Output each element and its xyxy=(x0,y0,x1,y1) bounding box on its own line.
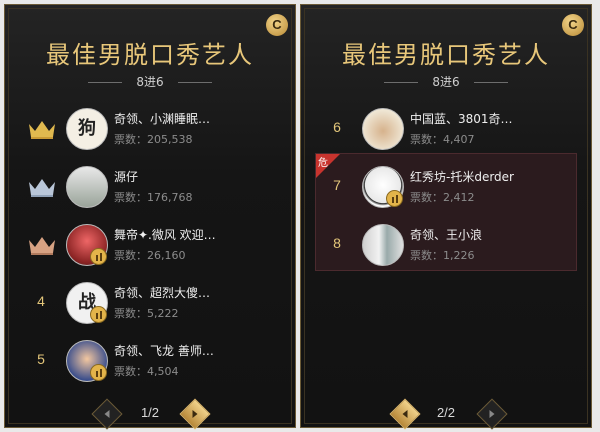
entry-name[interactable]: 奇领、小渊睡眠… xyxy=(114,110,284,127)
avatar-glyph: 狗 xyxy=(78,118,96,139)
entry-name[interactable]: 源仔 xyxy=(114,168,284,185)
rank-number: 7 xyxy=(333,177,341,193)
list-item[interactable]: 源仔 票数：176,768 xyxy=(5,159,295,217)
list-item[interactable]: 6 中国蓝、3801奇… 票数：4,407 xyxy=(301,101,591,159)
entry-name[interactable]: 红秀坊-托米derder xyxy=(410,168,580,185)
c-badge-icon[interactable]: C xyxy=(266,14,288,36)
votes-value: 1,226 xyxy=(443,249,475,262)
entry-votes: 票数：1,226 xyxy=(410,247,475,263)
votes-value: 4,407 xyxy=(443,133,475,146)
entry-votes: 票数：5,222 xyxy=(114,305,179,321)
panel-title: 最佳男脱口秀艺人 xyxy=(46,41,254,69)
entry-name[interactable]: 奇领、王小浪 xyxy=(410,226,580,243)
ranking-panel-page-1: C 最佳男脱口秀艺人 8进6 狗 奇领、小渊睡眠… 票数：205,538 源仔 … xyxy=(4,4,296,430)
rank-number: 5 xyxy=(37,351,45,367)
panel-title: 最佳男脱口秀艺人 xyxy=(342,41,550,69)
next-page-button[interactable] xyxy=(476,398,508,430)
silver-crown-icon xyxy=(29,179,55,197)
entry-votes: 票数：2,412 xyxy=(410,189,475,205)
list-item[interactable]: 4 战 奇领、超烈大傻… 票数：5,222 xyxy=(5,275,295,333)
divider xyxy=(473,82,508,83)
round-label: 8进6 xyxy=(5,73,295,90)
pager: 1/2 xyxy=(5,398,295,430)
entry-votes: 票数：26,160 xyxy=(114,247,186,263)
list-item[interactable]: 5 奇领、飞龙 善师… 票数：4,504 xyxy=(5,333,295,391)
avatar[interactable] xyxy=(66,166,108,208)
votes-value: 26,160 xyxy=(147,249,186,262)
votes-label: 票数： xyxy=(114,365,147,378)
rank-number: 6 xyxy=(333,119,341,135)
votes-label: 票数： xyxy=(114,133,147,146)
chevron-right-icon xyxy=(489,410,495,418)
list-item[interactable]: 7 红秀坊-托米derder 票数：2,412 xyxy=(301,159,591,217)
votes-label: 票数： xyxy=(410,133,443,146)
avatar[interactable] xyxy=(362,108,404,150)
entry-votes: 票数：4,407 xyxy=(410,131,475,147)
live-badge-icon xyxy=(90,306,107,323)
divider xyxy=(384,82,419,83)
ranking-list: 危 6 中国蓝、3801奇… 票数：4,407 7 红秀坊-托米derder 票… xyxy=(301,101,591,275)
votes-value: 205,538 xyxy=(147,133,193,146)
round-text: 8进6 xyxy=(432,75,460,89)
round-text: 8进6 xyxy=(136,75,164,89)
live-badge-icon xyxy=(90,248,107,265)
ranking-list: 狗 奇领、小渊睡眠… 票数：205,538 源仔 票数：176,768 舞帝✦.… xyxy=(5,101,295,391)
divider xyxy=(177,82,212,83)
page-indicator: 1/2 xyxy=(140,405,160,420)
round-label: 8进6 xyxy=(301,73,591,90)
next-page-button[interactable] xyxy=(179,398,211,430)
live-badge-icon xyxy=(386,190,403,207)
entry-votes: 票数：176,768 xyxy=(114,189,193,205)
page-indicator: 2/2 xyxy=(436,405,456,420)
live-badge-icon xyxy=(90,364,107,381)
votes-label: 票数： xyxy=(114,249,147,262)
votes-label: 票数： xyxy=(410,249,443,262)
votes-label: 票数： xyxy=(114,307,147,320)
entry-votes: 票数：205,538 xyxy=(114,131,193,147)
entry-name[interactable]: 中国蓝、3801奇… xyxy=(410,110,580,127)
ranking-panel-page-2: C 最佳男脱口秀艺人 8进6 危 6 中国蓝、3801奇… 票数：4,407 7… xyxy=(300,4,592,430)
gold-crown-icon xyxy=(29,121,55,139)
entry-name[interactable]: 舞帝✦.微风 欢迎… xyxy=(114,226,284,243)
list-item[interactable]: 舞帝✦.微风 欢迎… 票数：26,160 xyxy=(5,217,295,275)
votes-value: 2,412 xyxy=(443,191,475,204)
pager: 2/2 xyxy=(301,398,591,430)
votes-value: 5,222 xyxy=(147,307,179,320)
avatar[interactable]: 狗 xyxy=(66,108,108,150)
list-item[interactable]: 8 奇领、王小浪 票数：1,226 xyxy=(301,217,591,275)
divider xyxy=(88,82,123,83)
votes-label: 票数： xyxy=(410,191,443,204)
entry-name[interactable]: 奇领、飞龙 善师… xyxy=(114,342,284,359)
list-item[interactable]: 狗 奇领、小渊睡眠… 票数：205,538 xyxy=(5,101,295,159)
avatar[interactable] xyxy=(362,224,404,266)
entry-votes: 票数：4,504 xyxy=(114,363,179,379)
c-badge-icon[interactable]: C xyxy=(562,14,584,36)
votes-value: 4,504 xyxy=(147,365,179,378)
bronze-crown-icon xyxy=(29,237,55,255)
entry-name[interactable]: 奇领、超烈大傻… xyxy=(114,284,284,301)
votes-value: 176,768 xyxy=(147,191,193,204)
rank-number: 8 xyxy=(333,235,341,251)
rank-number: 4 xyxy=(37,293,45,309)
chevron-right-icon xyxy=(192,410,198,418)
votes-label: 票数： xyxy=(114,191,147,204)
